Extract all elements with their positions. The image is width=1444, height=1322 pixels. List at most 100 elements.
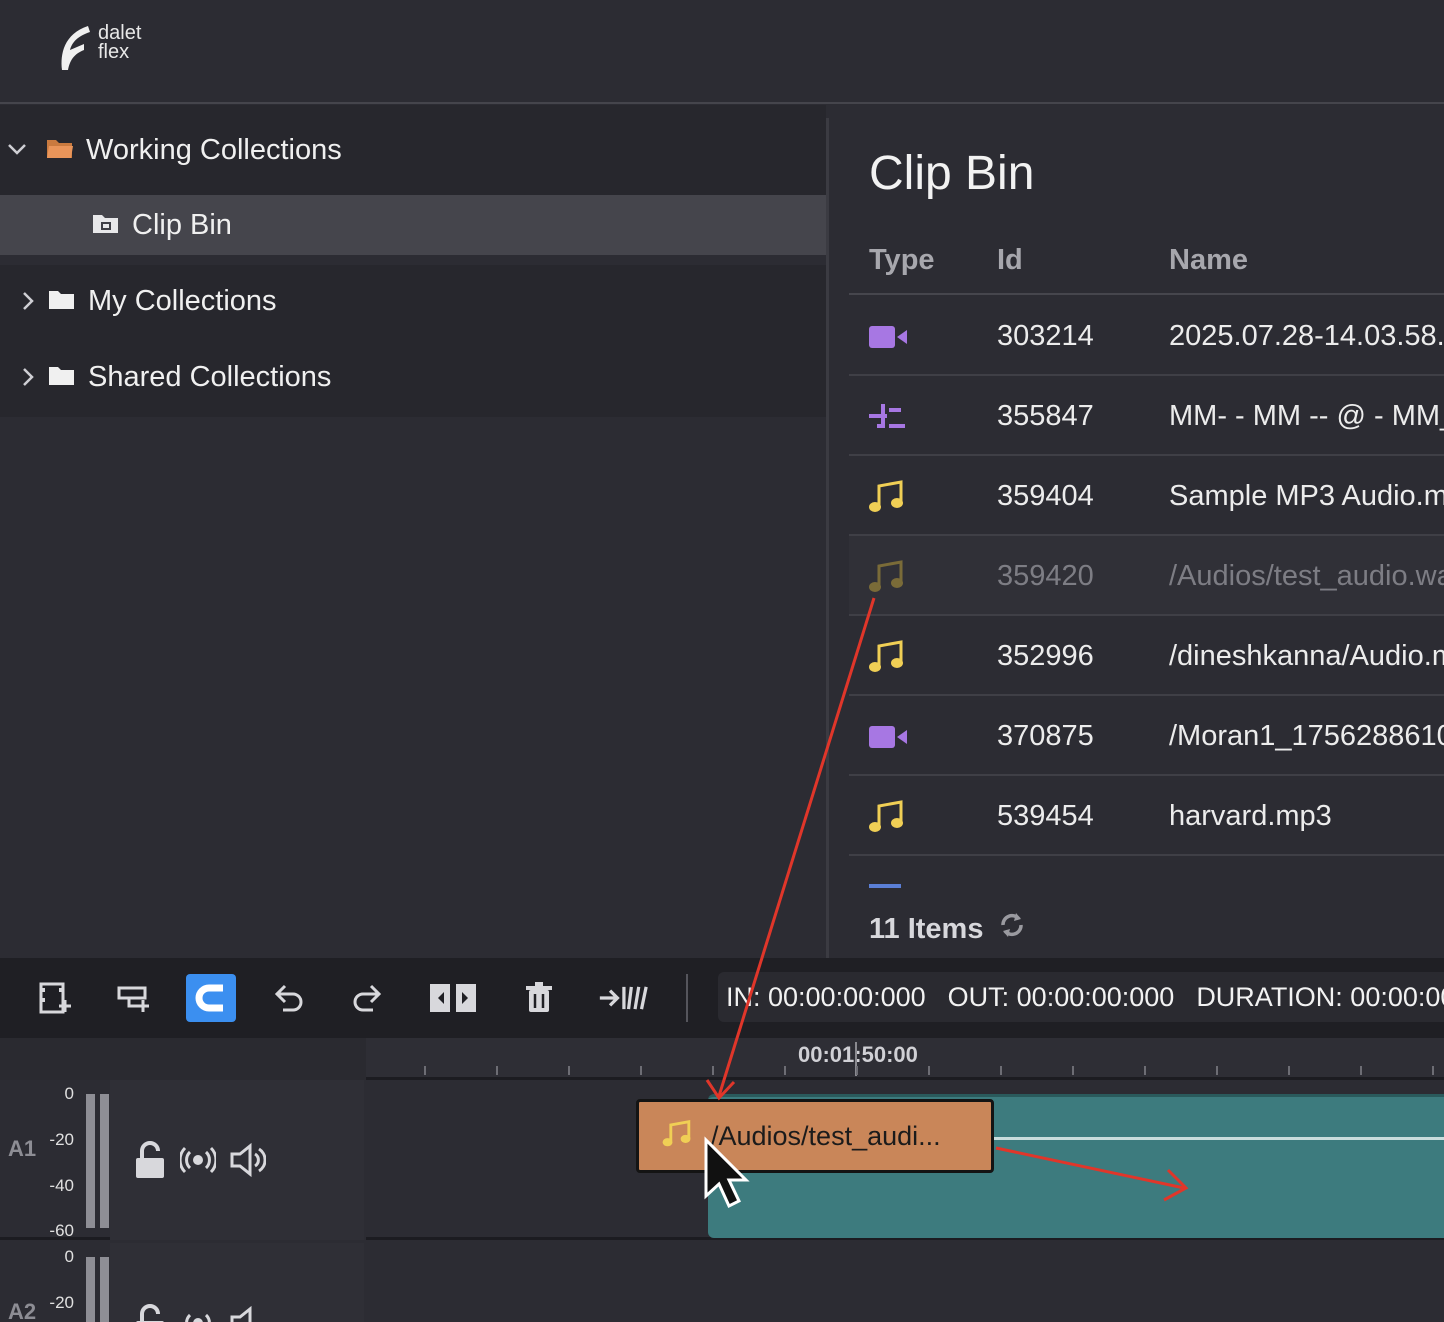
db-label: -60	[49, 1221, 74, 1240]
split-icon	[430, 984, 476, 1012]
row-id: 359404	[997, 480, 1094, 512]
undo-button[interactable]	[264, 974, 314, 1022]
row-id: 303214	[997, 320, 1094, 352]
ruler-tick	[424, 1066, 426, 1075]
ruler-tick	[1216, 1066, 1218, 1075]
ruler-tick	[712, 1066, 714, 1075]
tree-item-my-collections[interactable]: My Collections	[0, 265, 826, 337]
video-icon	[867, 318, 911, 356]
row-id: 359420	[997, 560, 1094, 592]
tree-item-working-collections[interactable]: Working Collections	[0, 105, 826, 195]
tree-item-clip-bin[interactable]: Clip Bin	[0, 195, 826, 255]
snap-toggle-button[interactable]	[186, 974, 236, 1022]
row-id: 355847	[997, 400, 1094, 432]
insert-icon	[117, 986, 149, 1012]
audio-icon	[661, 1117, 697, 1156]
ruler-tick	[568, 1066, 570, 1075]
dalet-flex-logo[interactable]: dalet flex	[58, 23, 158, 74]
db-label: -40	[49, 1176, 74, 1195]
ripple-button[interactable]	[598, 974, 648, 1022]
column-header-type[interactable]: Type	[869, 244, 935, 277]
track-name: A2	[8, 1299, 37, 1322]
broadcast-icon[interactable]	[180, 1307, 216, 1322]
row-name: MM- - MM -- @ - MM_1	[1169, 400, 1444, 432]
ruler-tick	[496, 1066, 498, 1075]
snap-magnet-icon	[195, 984, 223, 1012]
app-header: dalet flex	[0, 0, 1444, 104]
row-name: harvard.mp3	[1169, 800, 1332, 832]
row-name: /Audios/test_audio.wa	[1169, 560, 1444, 592]
track-controls	[110, 1080, 364, 1240]
track-controls	[110, 1243, 364, 1322]
column-header-id[interactable]: Id	[997, 244, 1023, 277]
audio-icon	[867, 798, 911, 836]
video-icon	[867, 718, 911, 756]
ruler-tick	[640, 1066, 642, 1075]
folder-icon	[48, 363, 76, 392]
audio-icon	[867, 558, 911, 596]
logo-icon	[61, 26, 90, 70]
lock-icon[interactable]	[134, 1303, 168, 1322]
row-name: Sample MP3 Audio.mp	[1169, 480, 1444, 512]
tree-item-shared-collections[interactable]: Shared Collections	[0, 337, 826, 417]
audio-icon	[867, 478, 911, 516]
out-timecode: OUT: 00:00:00:000	[947, 981, 1175, 1012]
table-row[interactable]: 303214 2025.07.28-14.03.58.0	[849, 296, 1444, 376]
ruler-tick	[856, 1066, 858, 1075]
split-button[interactable]	[428, 974, 478, 1022]
collections-tree: Working Collections Clip Bin My Collecti…	[0, 105, 826, 960]
level-meter-right	[100, 1094, 109, 1228]
ruler-tick	[1360, 1066, 1362, 1075]
db-label: -20	[49, 1130, 74, 1149]
panel-title: Clip Bin	[869, 147, 1035, 200]
speaker-icon[interactable]	[228, 1142, 267, 1183]
duration-timecode: DURATION: 00:00:00	[1196, 981, 1444, 1012]
partial-row-icon	[869, 884, 901, 888]
tree-label: Shared Collections	[88, 360, 332, 393]
clip-bin-panel: Clip Bin Type Id Name 303214 2025.07.28-…	[826, 118, 1444, 960]
folder-open-icon	[46, 136, 74, 165]
redo-button[interactable]	[342, 974, 392, 1022]
row-id: 370875	[997, 720, 1094, 752]
speaker-icon[interactable]	[228, 1305, 266, 1322]
ripple-icon	[599, 986, 648, 1010]
table-row[interactable]: 355847 MM- - MM -- @ - MM_1	[849, 376, 1444, 456]
table-row-dragging[interactable]: 359420 /Audios/test_audio.wa	[849, 536, 1444, 616]
track-lane-a2[interactable]	[366, 1243, 1444, 1322]
table-row[interactable]: 539454 harvard.mp3	[849, 776, 1444, 856]
tree-label: Working Collections	[86, 133, 342, 166]
column-header-name[interactable]: Name	[1169, 244, 1248, 277]
clip-bin-icon	[92, 211, 120, 240]
track-header-a1: A1 0 -20 -40 -60	[0, 1080, 364, 1240]
ruler-timecode: 00:01:50:00	[798, 1042, 918, 1067]
folder-icon	[48, 287, 76, 316]
timeline-ruler[interactable]: 00:01:50:00	[366, 1038, 1444, 1080]
item-count: 11 Items	[869, 910, 1027, 948]
insert-button[interactable]	[108, 974, 158, 1022]
row-id: 539454	[997, 800, 1094, 832]
redo-icon	[353, 984, 382, 1012]
chevron-down-icon[interactable]	[0, 133, 34, 167]
lock-icon[interactable]	[134, 1140, 168, 1185]
broadcast-icon[interactable]	[178, 1144, 218, 1181]
dragged-audio-clip[interactable]: /Audios/test_audi...	[636, 1099, 994, 1173]
add-clip-button[interactable]	[30, 974, 80, 1022]
delete-button[interactable]	[514, 974, 564, 1022]
audio-level-line	[988, 1137, 1444, 1140]
table-row[interactable]: 359404 Sample MP3 Audio.mp	[849, 456, 1444, 536]
chevron-right-icon[interactable]	[12, 284, 46, 318]
in-timecode: IN: 00:00:00:000	[726, 981, 926, 1012]
table-row[interactable]: 370875 /Moran1_1756288610	[849, 696, 1444, 776]
chevron-right-icon[interactable]	[12, 360, 46, 394]
refresh-icon[interactable]	[997, 910, 1027, 948]
db-label: 0	[64, 1247, 74, 1266]
item-count-label: 11 Items	[869, 912, 984, 945]
dragged-clip-label: /Audios/test_audi...	[711, 1120, 941, 1151]
ruler-tick	[928, 1066, 930, 1075]
level-meter-left	[86, 1257, 95, 1322]
tree-label: Clip Bin	[132, 208, 232, 241]
row-name: /dineshkanna/Audio.m	[1169, 640, 1444, 672]
timecode-display: IN: 00:00:00:000 OUT: 00:00:00:000 DURAT…	[718, 972, 1444, 1022]
undo-icon	[274, 984, 303, 1012]
table-row[interactable]: 352996 /dineshkanna/Audio.m	[849, 616, 1444, 696]
